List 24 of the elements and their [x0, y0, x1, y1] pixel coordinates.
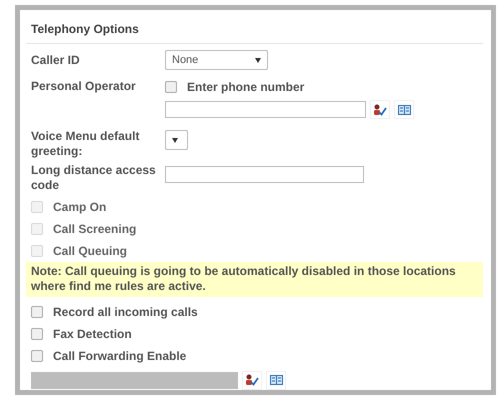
- note-text: Note: Call queuing is going to be automatically disabled in those locations where find me rules are active.: [26, 262, 483, 298]
- checkbox[interactable]: [31, 328, 43, 340]
- checkbox-label[interactable]: Fax Detection: [26, 323, 483, 346]
- field-label: Long distance access code: [31, 162, 157, 193]
- field-label: Personal Operator: [31, 78, 137, 94]
- caret-icon: [255, 58, 261, 62]
- checkbox[interactable]: [165, 81, 177, 93]
- field-label: Caller ID: [31, 52, 81, 68]
- checkbox[interactable]: [31, 306, 43, 318]
- field-label: Voice Menu default greeting:: [31, 128, 140, 159]
- panel-title: Telephony Options: [26, 10, 483, 44]
- dropdown[interactable]: [165, 130, 188, 150]
- checkbox-label[interactable]: Enter phone number: [160, 76, 483, 98]
- phone-field[interactable]: [165, 101, 366, 118]
- text-field[interactable]: [165, 166, 364, 183]
- checkbox-label[interactable]: Call Forwarding Enable: [26, 345, 483, 367]
- caret-icon: [172, 138, 178, 142]
- dropdown[interactable]: None: [165, 50, 268, 70]
- checkbox[interactable]: [31, 350, 43, 362]
- user-check-icon[interactable]: [370, 100, 390, 119]
- checkbox-label[interactable]: Record all incoming calls: [26, 301, 483, 324]
- address-book-icon[interactable]: [266, 370, 286, 390]
- address-book-icon[interactable]: [394, 100, 414, 119]
- user-check-icon[interactable]: [242, 370, 262, 390]
